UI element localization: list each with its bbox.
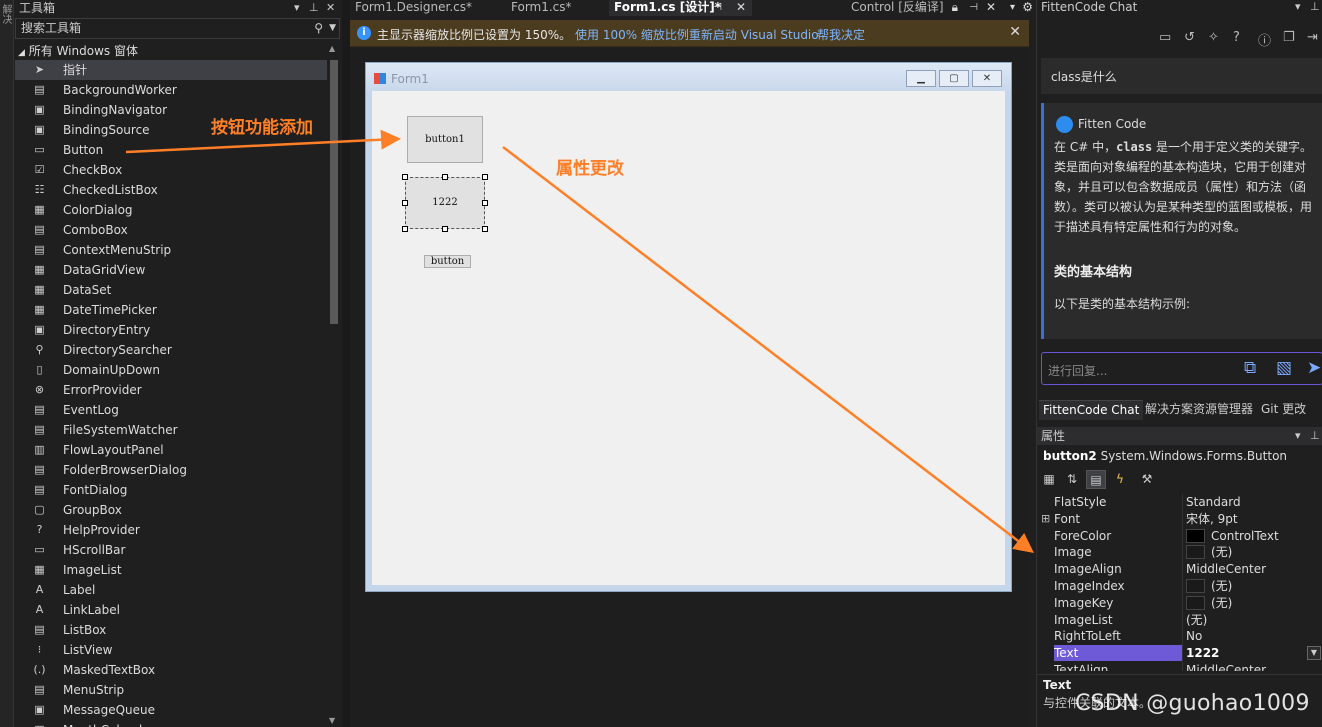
property-row[interactable]: Image (无) <box>1037 544 1322 561</box>
tab-solution-explorer[interactable]: 解决方案资源管理器 <box>1141 400 1257 420</box>
property-row[interactable]: ImageKey (无) <box>1037 595 1322 612</box>
tab-fittencode-chat[interactable]: FittenCode Chat <box>1039 400 1144 420</box>
fitten-toolbar: ▭ ↺ ✧ ? ⓘ ❐ ⇥ <box>1037 28 1322 50</box>
object-selector[interactable]: button2 System.Windows.Forms.Button <box>1043 449 1287 463</box>
pin-icon[interactable]: ⊥ <box>1310 0 1320 13</box>
categorized-icon[interactable]: ▦ <box>1039 470 1059 489</box>
arrow-to-text-property <box>502 146 1034 554</box>
object-name: button2 <box>1043 449 1097 463</box>
property-row[interactable]: ⊞ Font 宋体, 9pt <box>1037 511 1322 528</box>
fitten-panel-title: FittenCode Chat <box>1041 0 1138 14</box>
property-value[interactable]: Standard <box>1186 494 1241 510</box>
property-row[interactable]: FlatStyle Standard <box>1037 494 1322 511</box>
property-name: TextAlign <box>1054 662 1109 671</box>
property-name: Font <box>1054 511 1081 526</box>
answer-post: 是一个用于定义类的关键字。类是面向对象编程的基本构造块，它用于创建对象，并且可以… <box>1054 140 1313 234</box>
property-name: RightToLeft <box>1054 629 1121 644</box>
dropdown-arrow-icon[interactable]: ▾ <box>1295 0 1301 13</box>
new-chat-icon[interactable]: ▭ <box>1159 30 1171 45</box>
property-value[interactable]: MiddleCenter <box>1186 662 1266 671</box>
history-icon[interactable]: ↺ <box>1184 30 1195 45</box>
answer-heading: 类的基本结构 <box>1054 265 1133 280</box>
property-name: ImageKey <box>1054 595 1114 610</box>
events-lightning-icon[interactable]: ϟ <box>1110 470 1130 489</box>
property-grid: FlatStyle Standard ⊞ Font 宋体, 9pt ForeColor Co… <box>1037 494 1322 671</box>
property-name: ImageList <box>1054 612 1113 627</box>
property-name: Text <box>1054 645 1182 662</box>
property-pages-wrench-icon[interactable]: ⚒ <box>1137 470 1157 489</box>
right-panel-tabs: FittenCode Chat 解决方案资源管理器 Git 更改 <box>1037 400 1322 420</box>
property-value[interactable]: MiddleCenter <box>1186 561 1266 577</box>
property-row[interactable]: ForeColor ControlText <box>1037 528 1322 545</box>
insert-code-icon[interactable]: ▧ <box>1276 358 1292 378</box>
login-icon[interactable]: ⇥ <box>1307 30 1318 45</box>
property-row[interactable]: ImageList (无) <box>1037 612 1322 629</box>
info-circle-icon[interactable]: ⓘ <box>1258 30 1271 49</box>
alphabetical-icon[interactable]: ⇅ <box>1062 470 1082 489</box>
send-icon[interactable]: ➤ <box>1307 358 1321 378</box>
property-row[interactable]: ImageAlign MiddleCenter <box>1037 561 1322 578</box>
properties-title: 属性 <box>1041 429 1066 443</box>
properties-icon[interactable]: ▤ <box>1086 470 1106 489</box>
property-grid-divider[interactable] <box>1182 494 1183 671</box>
reply-placeholder: 进行回复... <box>1048 364 1108 378</box>
property-value[interactable]: 宋体, 9pt <box>1186 511 1238 527</box>
assistant-answer: Fitten Code 在 C# 中，class 是一个用于定义类的关键字。类是… <box>1041 103 1322 339</box>
property-value[interactable]: (无) <box>1186 544 1232 560</box>
fittencode-chat-panel: FittenCode Chat ▾ ⊥ ▭ ↺ ✧ ? ⓘ ❐ ⇥ class是… <box>1036 0 1322 427</box>
answer-code-word: class <box>1116 140 1153 154</box>
magic-wand-icon[interactable]: ✧ <box>1208 30 1219 45</box>
property-name: ImageAlign <box>1054 562 1122 577</box>
properties-panel: 属性 ▾ ⊥ button2 System.Windows.Forms.Butt… <box>1036 427 1322 727</box>
property-row[interactable]: TextAlign MiddleCenter <box>1037 662 1322 671</box>
pin-icon[interactable]: ⊥ <box>1310 427 1320 445</box>
fitten-logo-icon <box>1056 116 1073 133</box>
property-row[interactable]: Text 1222 ▼ <box>1037 645 1322 662</box>
property-value[interactable]: No <box>1186 628 1202 644</box>
tab-git-changes[interactable]: Git 更改 <box>1257 400 1310 420</box>
answer-paragraph: 在 C# 中，class 是一个用于定义类的关键字。类是面向对象编程的基本构造块… <box>1054 137 1322 237</box>
property-name: ImageIndex <box>1054 578 1125 593</box>
property-value[interactable]: ControlText <box>1186 528 1279 544</box>
property-row[interactable]: RightToLeft No <box>1037 628 1322 645</box>
property-value[interactable]: (无) <box>1186 595 1232 611</box>
copy-icon[interactable]: ❐ <box>1283 30 1295 45</box>
property-value[interactable]: (无) <box>1186 578 1232 594</box>
dropdown-arrow-icon[interactable]: ▾ <box>1295 427 1301 445</box>
property-name: ForeColor <box>1054 528 1112 543</box>
object-type: System.Windows.Forms.Button <box>1100 449 1288 463</box>
expand-icon[interactable]: ⊞ <box>1041 511 1050 527</box>
value-dropdown-icon[interactable]: ▼ <box>1307 646 1321 661</box>
property-value[interactable]: (无) <box>1186 612 1207 628</box>
property-name: Image <box>1054 545 1092 560</box>
properties-header: 属性 ▾ ⊥ <box>1037 427 1322 445</box>
attach-file-icon[interactable]: ⧉ <box>1244 358 1256 378</box>
help-icon[interactable]: ? <box>1233 30 1240 45</box>
assistant-name: Fitten Code <box>1056 116 1147 133</box>
csdn-watermark: CSDN @guohao1009 <box>1075 691 1310 716</box>
chat-reply-input[interactable]: 进行回复... ⧉ ▧ ➤ <box>1041 352 1322 385</box>
bot-name-text: Fitten Code <box>1078 117 1147 131</box>
description-title: Text <box>1043 678 1072 692</box>
user-question: class是什么 <box>1041 58 1322 94</box>
property-row[interactable]: ImageIndex (无) <box>1037 578 1322 595</box>
answer-paragraph-2: 以下是类的基本结构示例: <box>1054 297 1191 311</box>
answer-pre: 在 C# 中， <box>1054 140 1117 154</box>
property-value[interactable]: 1222 <box>1186 645 1219 661</box>
arrow-to-button1 <box>125 129 401 154</box>
property-name: FlatStyle <box>1054 495 1107 509</box>
